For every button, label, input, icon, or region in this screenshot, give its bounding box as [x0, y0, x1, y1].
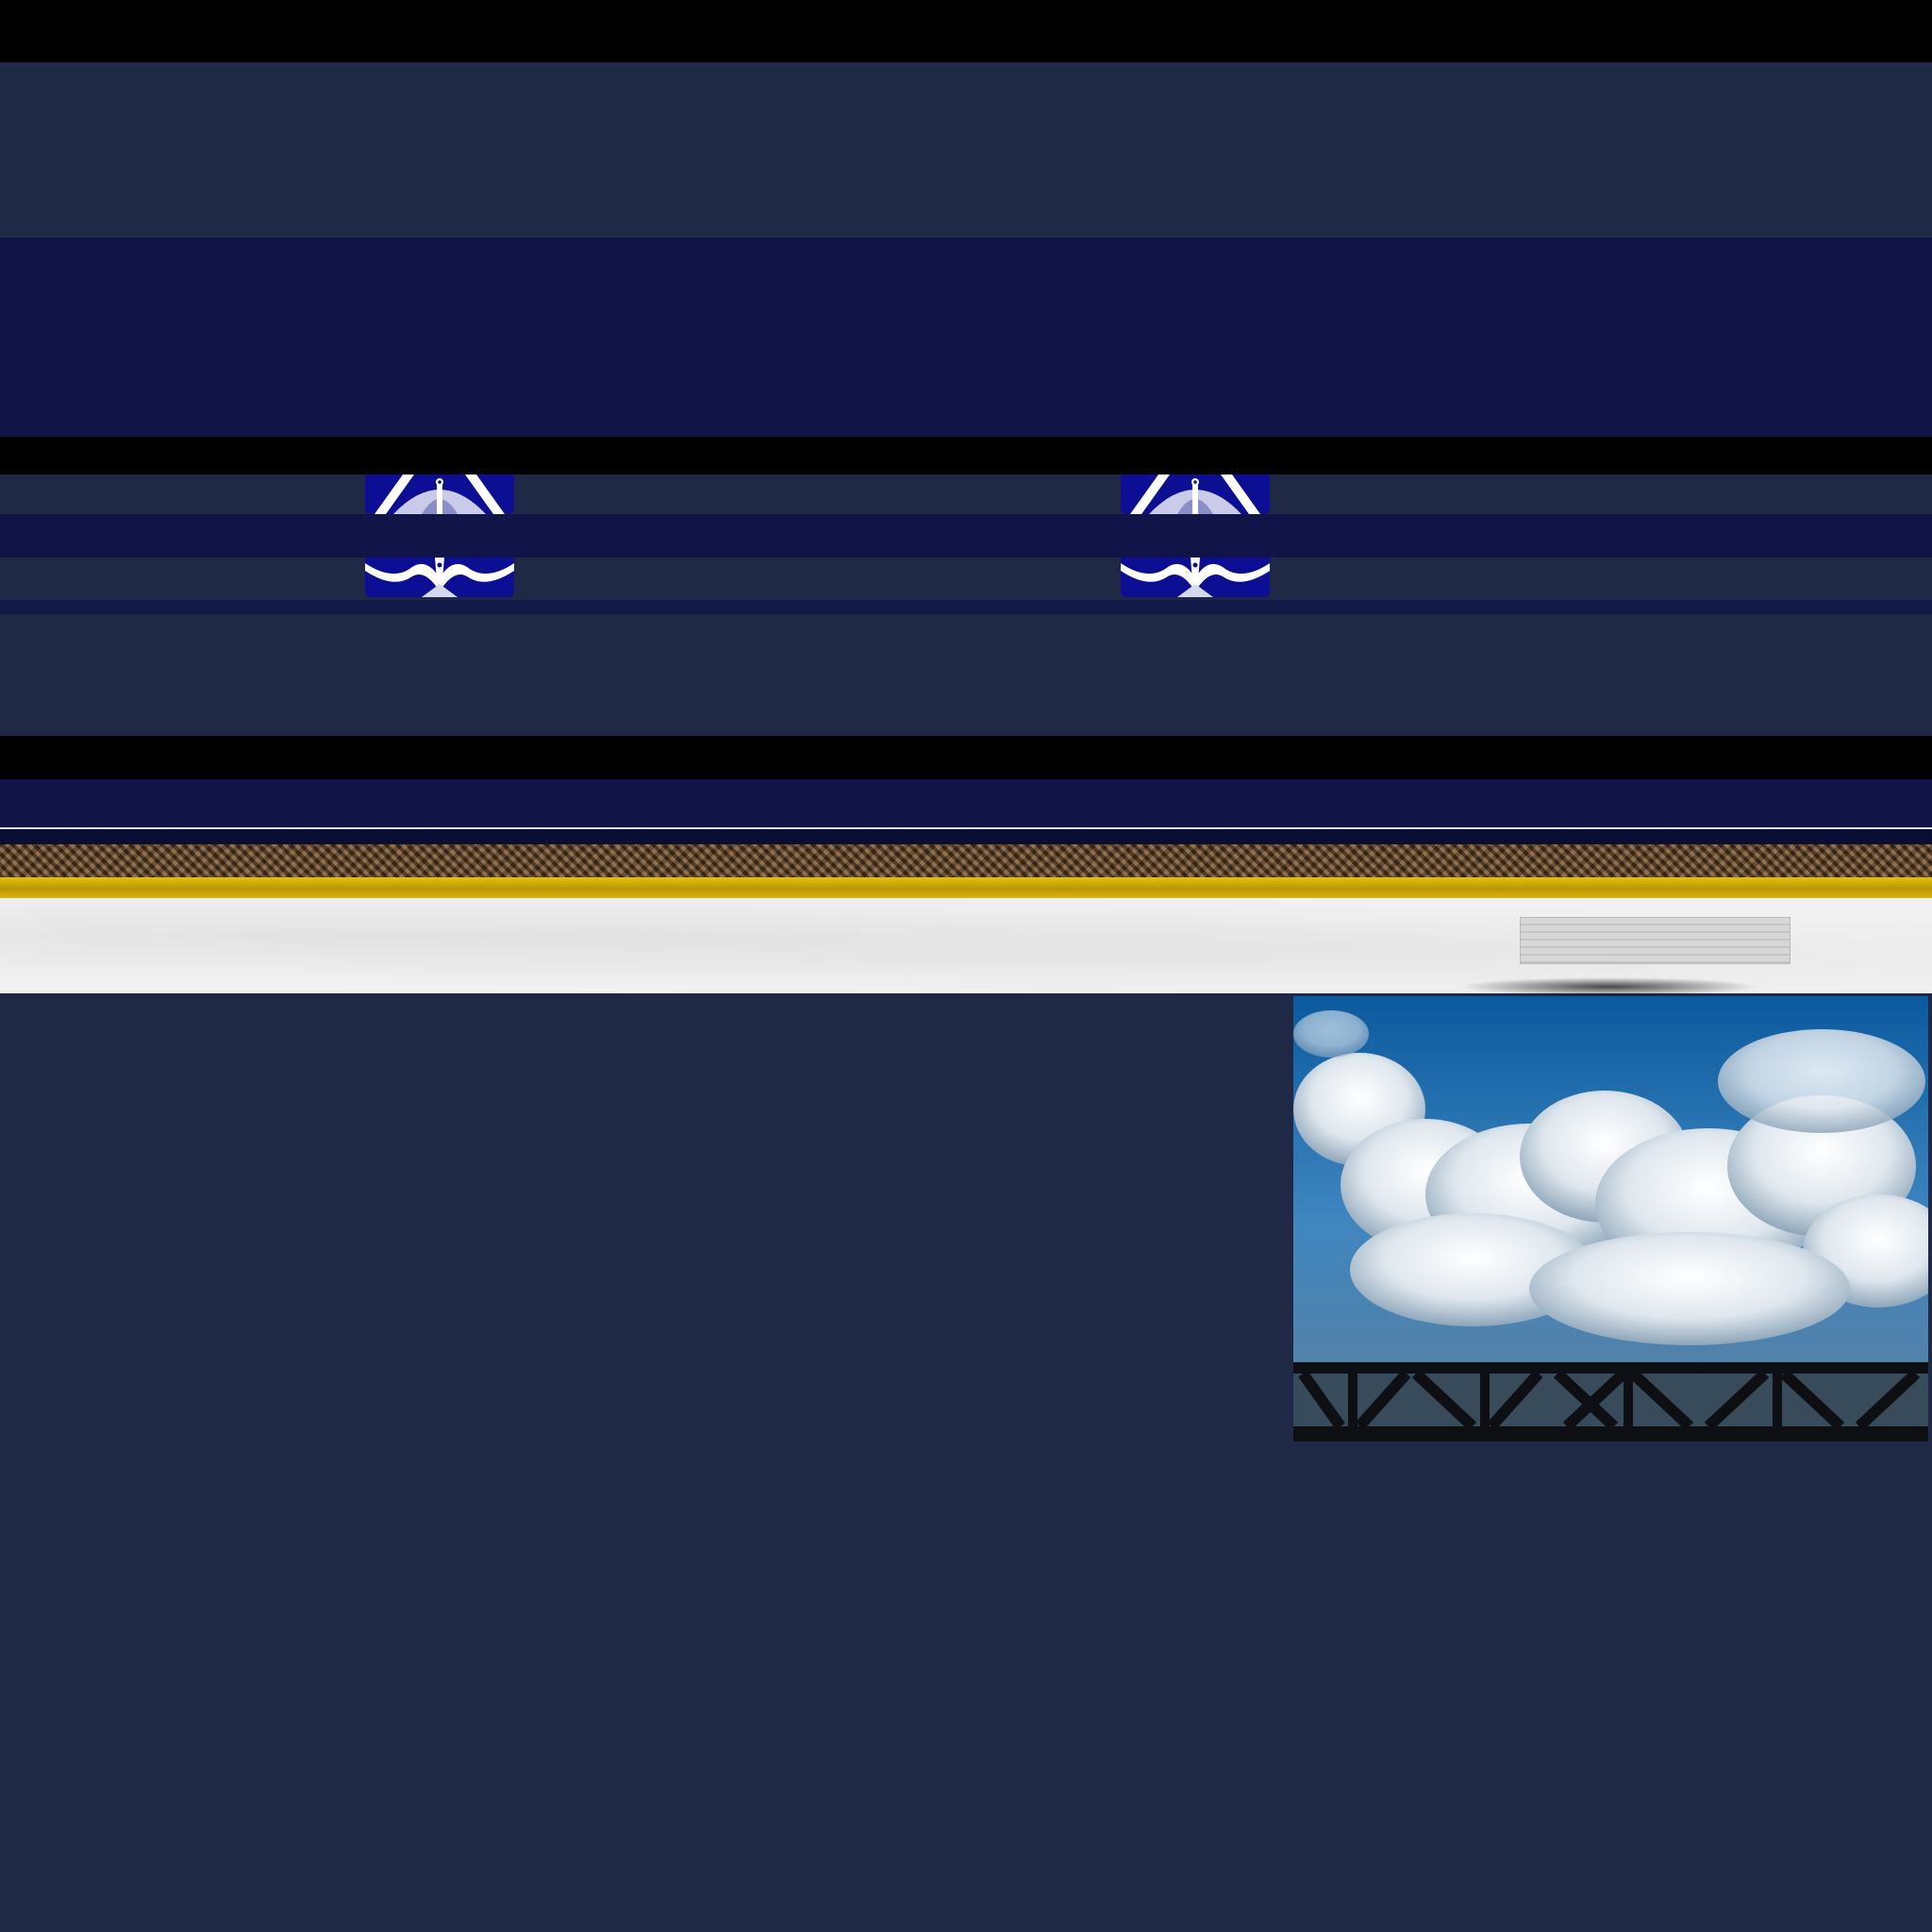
divider-black-bar: [0, 437, 1932, 475]
tile-row-band-upper: [0, 475, 1932, 514]
nav-band: [0, 779, 1932, 828]
page-root: [0, 0, 1932, 1932]
tile-row-band-footer: [0, 600, 1932, 614]
clouds-over-bridge-photo: [1293, 996, 1928, 1441]
hero-band: [0, 238, 1932, 437]
tile-row-band-lower: [0, 558, 1932, 600]
top-black-bar: [0, 0, 1932, 62]
nav-black-bar: [0, 736, 1932, 779]
header-band: [0, 62, 1932, 238]
nav-bottom-strip: [0, 829, 1932, 844]
search-shadow: [1457, 977, 1759, 996]
ornament-tile-icon: [365, 475, 514, 514]
ornament-tile-icon: [1121, 475, 1270, 514]
gold-trim: [0, 877, 1932, 898]
spacer-band: [0, 614, 1932, 736]
search-input[interactable]: [1520, 917, 1790, 964]
tile-row-band-middle: [0, 514, 1932, 558]
ornament-tile-icon: [365, 558, 514, 597]
ornamental-border: [0, 844, 1932, 877]
ornament-tile-icon: [1121, 558, 1270, 597]
